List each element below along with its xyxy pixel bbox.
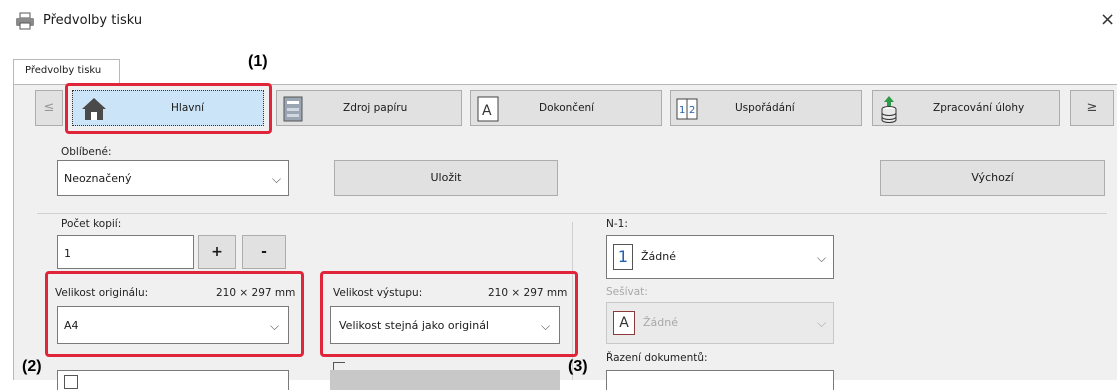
staple-label: Sešívat: xyxy=(606,286,648,298)
favorites-value: Neoznačený xyxy=(64,172,132,185)
favorites-select[interactable]: Neoznačený ⌵ xyxy=(57,160,289,196)
checkbox-icon xyxy=(333,362,345,370)
tab-printing-preferences[interactable]: Předvolby tisku xyxy=(13,59,120,85)
layout-icon: 1 2 xyxy=(676,98,698,120)
finishing-icon: A xyxy=(477,96,499,122)
copies-input[interactable]: 1 xyxy=(57,235,194,269)
partial-button[interactable] xyxy=(330,370,560,390)
nav-next-button[interactable]: ≥ xyxy=(1070,90,1114,126)
copies-plus-button[interactable]: + xyxy=(198,235,236,269)
copies-minus-button[interactable]: - xyxy=(242,235,286,269)
chevron-down-icon: ⌵ xyxy=(817,316,827,330)
n-up-value: Žádné xyxy=(641,250,676,263)
tab-job-handling[interactable]: Zpracování úlohy xyxy=(872,90,1060,126)
tab-layout[interactable]: 1 2 Uspořádání xyxy=(670,90,862,126)
svg-text:A: A xyxy=(482,103,492,119)
staple-icon: A xyxy=(613,311,635,335)
document-sort-label: Řazení dokumentů: xyxy=(606,352,708,364)
staple-value: Žádné xyxy=(643,316,678,329)
separator xyxy=(37,213,1107,214)
default-button[interactable]: Výchozí xyxy=(880,160,1105,196)
tab-paper-source[interactable]: Zdroj papíru xyxy=(276,90,462,126)
save-button[interactable]: Uložit xyxy=(334,160,558,196)
callout-2: (2) xyxy=(22,358,42,375)
staple-select[interactable]: A Žádné ⌵ xyxy=(606,302,834,344)
callout-3: (3) xyxy=(568,358,588,375)
job-handling-icon xyxy=(881,96,897,123)
printer-tray-icon xyxy=(283,96,303,122)
n-up-icon: 1 xyxy=(613,244,633,270)
tab-paper-source-label: Zdroj papíru xyxy=(343,102,408,114)
tab-layout-label: Uspořádání xyxy=(735,102,795,114)
chevron-down-icon: ⌵ xyxy=(272,172,282,186)
tab-finishing-label: Dokončení xyxy=(539,102,595,114)
n-up-select[interactable]: 1 Žádné ⌵ xyxy=(606,235,834,279)
svg-text:1: 1 xyxy=(679,105,685,116)
title-bar: Předvolby tisku × xyxy=(0,0,1117,44)
tab-job-handling-label: Zpracování úlohy xyxy=(933,102,1025,114)
nav-prev-button[interactable]: ≤ xyxy=(35,90,63,126)
tab-finishing[interactable]: A Dokončení xyxy=(470,90,662,126)
callout-1: (1) xyxy=(248,53,268,70)
document-sort-select[interactable] xyxy=(606,370,834,390)
copies-label: Počet kopií: xyxy=(61,218,122,230)
checkbox-icon xyxy=(64,375,78,389)
partial-select[interactable] xyxy=(57,370,289,390)
highlight-main-tab xyxy=(65,83,272,134)
svg-text:2: 2 xyxy=(689,105,695,116)
highlight-original-size xyxy=(45,271,304,357)
window-title: Předvolby tisku xyxy=(43,13,143,28)
n-up-label: N-1: xyxy=(606,218,628,230)
highlight-output-size xyxy=(320,271,578,357)
copies-value: 1 xyxy=(64,247,71,260)
favorites-label: Oblíbené: xyxy=(61,146,112,158)
chevron-down-icon: ⌵ xyxy=(817,251,827,265)
close-button[interactable]: × xyxy=(1100,9,1115,30)
printer-icon xyxy=(16,12,34,30)
